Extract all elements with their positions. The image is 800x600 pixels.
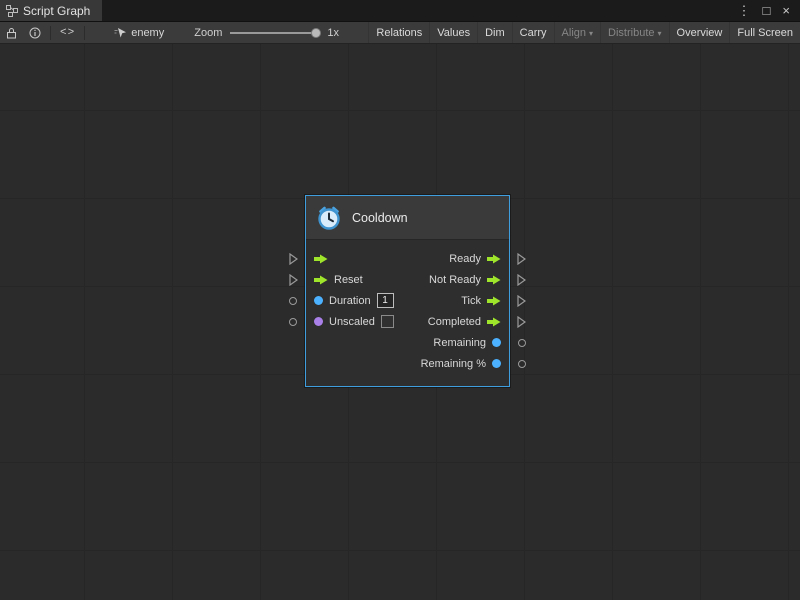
zoom-label: Zoom [194,27,222,39]
port-label: Unscaled [329,316,375,328]
relations-button[interactable]: Relations [368,22,429,43]
port-label: Reset [334,274,363,286]
graph-toolbar: <> enemy Zoom 1x Relations Values Dim Ca… [0,22,800,44]
zoom-value: 1x [327,27,339,39]
info-button[interactable] [23,22,47,43]
flow-arrow-icon [314,254,328,264]
port-reset[interactable]: Reset [314,274,363,286]
flow-output-connector[interactable] [517,253,526,265]
value-port-icon [314,296,323,305]
overview-button[interactable]: Overview [669,22,730,43]
port-label: Not Ready [429,274,481,286]
full-screen-button[interactable]: Full Screen [729,22,800,43]
node-body: Ready Reset [306,240,509,386]
graph-canvas[interactable]: Cooldown Ready [0,44,800,600]
node-row: Remaining [306,332,509,353]
window-menu-icon[interactable]: ⋮ [738,4,751,17]
value-port-icon [492,359,501,368]
titlebar-spacer [102,0,727,21]
flow-input-connector[interactable] [289,274,298,286]
dim-label: Dim [485,27,505,39]
port-label: Remaining % [421,358,486,370]
flow-arrow-icon [487,296,501,306]
overview-label: Overview [677,27,723,39]
port-remaining[interactable]: Remaining [433,337,501,349]
node-header[interactable]: Cooldown [306,196,509,240]
port-duration[interactable]: Duration [314,293,394,308]
port-label: Duration [329,295,371,307]
carry-label: Carry [520,27,547,39]
lock-button[interactable] [0,22,23,43]
flow-arrow-icon [487,275,501,285]
flow-output-connector[interactable] [517,316,526,328]
node-row: Ready [306,248,509,269]
toolbar-separator [84,26,85,40]
port-label: Completed [428,316,481,328]
window-titlebar: Script Graph ⋮ □ × [0,0,800,22]
port-remaining-percent[interactable]: Remaining % [421,358,501,370]
dim-button[interactable]: Dim [477,22,512,43]
value-output-connector[interactable] [518,339,526,347]
port-label: Remaining [433,337,486,349]
values-button[interactable]: Values [429,22,477,43]
code-icon: <> [60,27,75,39]
graph-breadcrumb[interactable]: enemy [106,27,172,39]
maximize-icon[interactable]: □ [763,4,771,17]
flow-input-connector[interactable] [289,253,298,265]
window-controls: ⋮ □ × [728,0,800,21]
carry-button[interactable]: Carry [512,22,554,43]
zoom-control: Zoom 1x [194,27,339,39]
distribute-label: Distribute [608,27,654,39]
flow-arrow-icon [314,275,328,285]
tab-title: Script Graph [23,4,90,18]
value-input-connector[interactable] [289,297,297,305]
port-ready[interactable]: Ready [449,253,501,265]
align-button: Align ▾ [554,22,600,43]
node-row: Remaining % [306,353,509,374]
value-output-connector[interactable] [518,360,526,368]
flow-arrow-icon [487,317,501,327]
port-label: Tick [461,295,481,307]
distribute-button: Distribute ▾ [600,22,668,43]
cooldown-node[interactable]: Cooldown Ready [305,195,510,387]
value-port-icon [492,338,501,347]
zoom-slider-handle[interactable] [311,28,321,38]
flow-input-port[interactable] [314,254,328,264]
alarm-clock-icon [316,205,342,231]
unscaled-checkbox[interactable] [381,315,394,328]
full-screen-label: Full Screen [737,27,793,39]
port-label: Ready [449,253,481,265]
port-tick[interactable]: Tick [461,295,501,307]
align-label: Align [562,27,586,39]
pointer-icon [114,27,127,39]
close-icon[interactable]: × [782,4,790,17]
value-input-connector[interactable] [289,318,297,326]
toolbar-separator [50,26,51,40]
duration-input[interactable] [377,293,394,308]
graph-name: enemy [131,27,164,39]
port-not-ready[interactable]: Not Ready [429,274,501,286]
info-icon [29,27,41,39]
relations-label: Relations [376,27,422,39]
tab-script-graph[interactable]: Script Graph [0,0,102,21]
flow-output-connector[interactable] [517,274,526,286]
node-row: Duration Tick [306,290,509,311]
node-row: Reset Not Ready [306,269,509,290]
port-completed[interactable]: Completed [428,316,501,328]
flow-output-connector[interactable] [517,295,526,307]
node-row: Unscaled Completed [306,311,509,332]
port-unscaled[interactable]: Unscaled [314,315,394,328]
chevron-down-icon: ▾ [658,29,662,38]
value-port-icon [314,317,323,326]
lock-icon [6,27,17,39]
chevron-down-icon: ▾ [589,29,593,38]
flow-arrow-icon [487,254,501,264]
graph-icon [6,5,18,17]
zoom-slider[interactable] [230,32,318,34]
code-view-button[interactable]: <> [54,22,81,43]
toolbar-buttons: Relations Values Dim Carry Align ▾ Distr… [368,22,800,43]
node-title: Cooldown [352,211,408,225]
values-label: Values [437,27,470,39]
